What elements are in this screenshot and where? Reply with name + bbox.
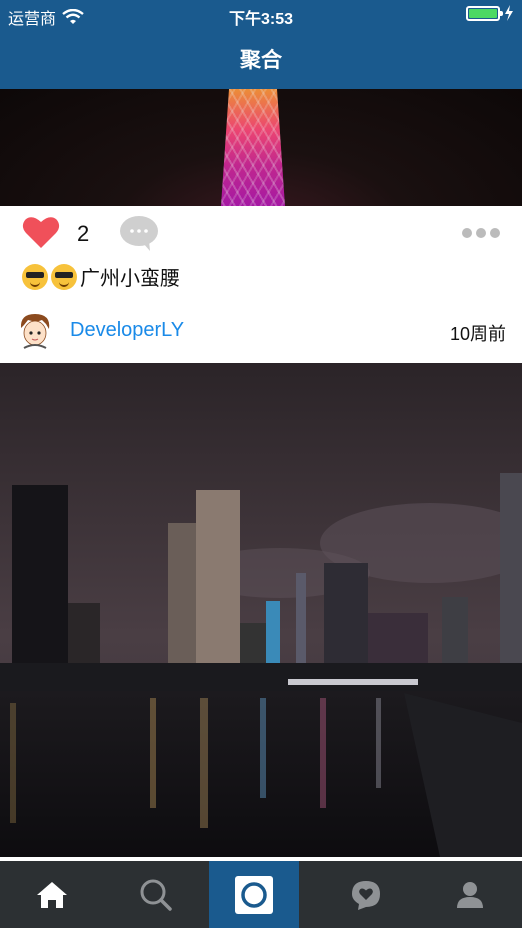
post-photo-main[interactable] (0, 363, 522, 857)
more-options-icon[interactable] (462, 228, 500, 238)
status-time: 下午3:53 (228, 11, 294, 28)
sunglasses-emoji-icon (51, 263, 77, 290)
like-heart-icon[interactable] (22, 214, 60, 250)
tab-profile[interactable] (418, 861, 522, 928)
tab-bar (0, 861, 522, 928)
profile-icon (457, 881, 483, 908)
tab-activity[interactable] (314, 861, 418, 928)
search-icon (140, 879, 172, 911)
battery-icon (466, 5, 503, 21)
post-caption: 广州小蛮腰 (22, 262, 180, 291)
comment-icon[interactable] (119, 214, 159, 252)
status-bar: 运营商 下午3:53 (0, 0, 522, 30)
top-bar: 运营商 下午3:53 聚合 (0, 0, 522, 89)
avatar[interactable] (18, 312, 52, 350)
like-count: 2 (77, 221, 90, 246)
tab-search[interactable] (104, 861, 208, 928)
camera-icon (235, 875, 273, 914)
post-time: 10周前 (449, 324, 506, 344)
night-city-river-image (0, 363, 522, 857)
home-icon (37, 881, 67, 908)
caption-text: 广州小蛮腰 (80, 268, 180, 290)
sunglasses-emoji-icon (22, 263, 48, 290)
activity-icon (352, 880, 380, 910)
username-link[interactable]: DeveloperLY (70, 319, 184, 342)
canton-tower-image (221, 89, 285, 206)
post-photo-top[interactable] (0, 89, 522, 206)
tab-camera[interactable] (209, 861, 299, 928)
charging-icon (505, 5, 513, 21)
page-title: 聚合 (240, 49, 282, 72)
tab-home[interactable] (0, 861, 104, 928)
